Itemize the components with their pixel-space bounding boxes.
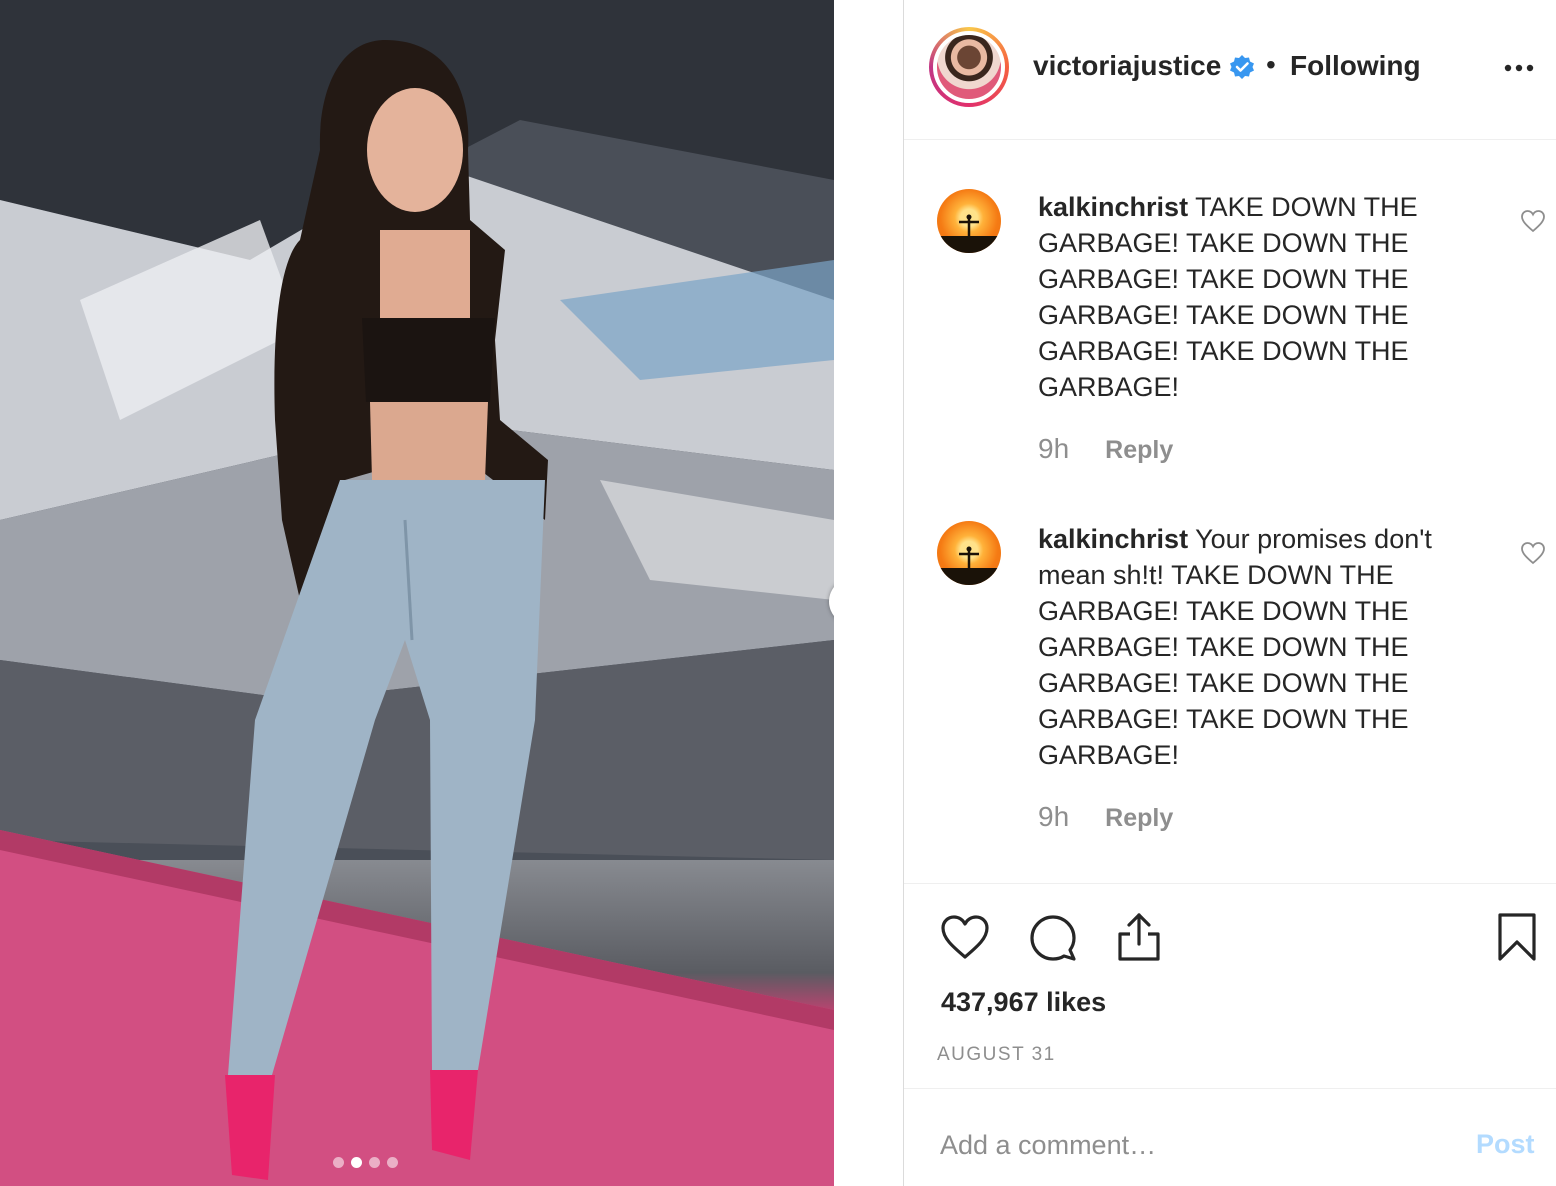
bookmark-icon[interactable] [1497, 912, 1537, 962]
add-comment-form: Post [904, 1088, 1556, 1186]
post-photo[interactable] [0, 0, 834, 1186]
header-separator: • [1266, 49, 1276, 80]
post-comment-button[interactable]: Post [1476, 1129, 1535, 1160]
comment-time: 9h [1038, 801, 1070, 832]
commenter-avatar[interactable] [937, 521, 1001, 585]
carousel-dot [387, 1157, 398, 1168]
add-comment-input[interactable] [940, 1119, 1440, 1171]
carousel-dot [351, 1157, 362, 1168]
following-button[interactable]: Following [1290, 50, 1421, 82]
comment-text: kalkinchrist TAKE DOWN THE GARBAGE! TAKE… [1038, 189, 1478, 405]
comment-meta: 9h Reply [1038, 801, 1173, 833]
post-photo-illustration [0, 0, 834, 1186]
post-header: victoriajustice • Following [904, 0, 1556, 140]
post-actions: 437,967 likes AUGUST 31 [904, 883, 1556, 1088]
comments-list[interactable]: kalkinchrist TAKE DOWN THE GARBAGE! TAKE… [904, 141, 1556, 883]
comment-username[interactable]: kalkinchrist [1038, 192, 1188, 222]
owner-avatar[interactable] [929, 27, 1009, 107]
post-date: AUGUST 31 [937, 1044, 1056, 1065]
comment-reply-button[interactable]: Reply [1105, 436, 1173, 465]
carousel-indicator [333, 1157, 398, 1168]
owner-username-link[interactable]: victoriajustice [1033, 50, 1221, 82]
comment-body: TAKE DOWN THE GARBAGE! TAKE DOWN THE GAR… [1038, 192, 1418, 402]
comment-body: Your promises don't mean sh!t! TAKE DOWN… [1038, 524, 1432, 770]
post-side-panel: victoriajustice • Following kalkinchrist… [903, 0, 1556, 1186]
more-options-icon[interactable] [1503, 60, 1535, 76]
commenter-avatar[interactable] [937, 189, 1001, 253]
carousel-dot [333, 1157, 344, 1168]
comment-meta: 9h Reply [1038, 433, 1173, 465]
verified-badge-icon [1230, 55, 1254, 79]
person-silhouette-icon [959, 214, 979, 236]
carousel-dot [369, 1157, 380, 1168]
likes-count[interactable]: 437,967 likes [941, 987, 1106, 1018]
comment-username[interactable]: kalkinchrist [1038, 524, 1188, 554]
person-silhouette-icon [959, 546, 979, 568]
like-heart-icon[interactable] [940, 914, 990, 960]
owner-avatar-image [933, 31, 1005, 103]
heart-icon[interactable] [1520, 541, 1546, 565]
comment-text: kalkinchrist Your promises don't mean sh… [1038, 521, 1478, 773]
chevron-right-icon [829, 578, 834, 600]
share-icon[interactable] [1116, 912, 1162, 962]
comment-bubble-icon[interactable] [1029, 914, 1077, 962]
comment-time: 9h [1038, 433, 1070, 464]
comment-reply-button[interactable]: Reply [1105, 804, 1173, 833]
heart-icon[interactable] [1520, 209, 1546, 233]
